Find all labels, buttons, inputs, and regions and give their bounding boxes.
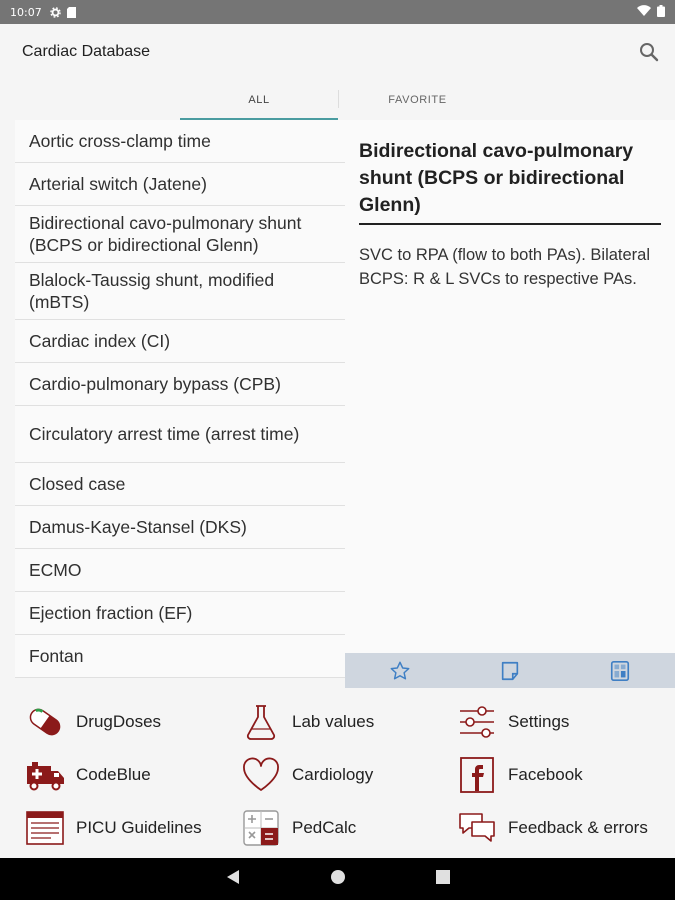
menu-label: Settings [508,712,570,731]
flask-icon [240,702,282,742]
status-bar: 10:07 [0,0,675,24]
heart-icon [240,755,282,795]
list-item[interactable]: Arterial switch (Jatene) [15,163,345,206]
note-icon[interactable] [499,660,521,682]
menu-cardiology[interactable]: Cardiology [240,753,373,797]
detail-title: Bidirectional cavo-pulmonary shunt (BCPS… [359,138,661,225]
back-icon[interactable] [226,869,240,890]
sliders-icon [456,702,498,742]
wifi-icon [637,5,651,19]
status-time: 10:07 [10,5,42,19]
menu-label: Feedback & errors [508,818,648,837]
menu-lab-values[interactable]: Lab values [240,700,374,744]
calculator-icon [240,808,282,848]
list-item[interactable]: Bidirectional cavo-pulmonary shunt (BCPS… [15,206,345,263]
ambulance-icon [24,755,66,795]
menu-drugdoses[interactable]: DrugDoses [24,700,161,744]
menu-settings[interactable]: Settings [456,700,569,744]
list-item[interactable]: Closed case [15,463,345,506]
menu-label: CodeBlue [76,765,151,784]
chat-icon [456,808,498,848]
tab-all[interactable]: ALL [180,80,338,120]
app-bar: Cardiac Database [0,24,675,80]
menu-label: Lab values [292,712,375,731]
star-icon[interactable] [389,660,411,682]
list-item[interactable]: Circulatory arrest time (arrest time) [15,406,345,463]
menu-label: DrugDoses [76,712,162,731]
menu-label: Cardiology [292,765,374,784]
app-title: Cardiac Database [22,43,151,60]
menu-label: PICU Guidelines [76,818,202,837]
list-item[interactable]: Fontan [15,635,345,678]
list-item[interactable]: ECMO [15,549,345,592]
term-list[interactable]: Aortic cross-clamp time Arterial switch … [15,120,345,688]
menu-picu-guidelines[interactable]: PICU Guidelines [24,806,202,850]
list-item[interactable]: Cardiac index (CI) [15,320,345,363]
list-item[interactable]: Ejection fraction (EF) [15,592,345,635]
tab-bar: ALL FAVORITE [0,80,675,120]
tab-favorite[interactable]: FAVORITE [340,80,495,120]
list-item[interactable]: Cardio-pulmonary bypass (CPB) [15,363,345,406]
guidelines-icon [24,808,66,848]
detail-body: SVC to RPA (flow to both PAs). Bilateral… [359,246,651,288]
menu-codeblue[interactable]: CodeBlue [24,753,151,797]
calculator-icon[interactable] [609,660,631,682]
detail-pane: Bidirectional cavo-pulmonary shunt (BCPS… [345,120,675,653]
battery-icon [657,4,665,20]
menu-facebook[interactable]: Facebook [456,753,583,797]
settings-status-icon [49,6,61,18]
menu-feedback[interactable]: Feedback & errors [456,806,648,850]
system-nav-bar [0,858,675,900]
menu-label: Facebook [508,765,583,784]
facebook-icon [456,755,498,795]
sd-card-icon [66,6,76,18]
tab-divider [338,90,339,108]
menu-pedcalc[interactable]: PedCalc [240,806,356,850]
detail-toolbar [345,653,675,688]
home-icon[interactable] [330,869,346,890]
search-icon[interactable] [637,40,661,64]
menu-label: PedCalc [292,818,357,837]
list-item[interactable]: Blalock-Taussig shunt, modified (mBTS) [15,263,345,320]
bottom-menu: DrugDoses Lab values Settings CodeBlue C… [0,688,675,858]
recents-icon[interactable] [435,869,450,889]
list-item[interactable]: Damus-Kaye-Stansel (DKS) [15,506,345,549]
list-item[interactable]: Aortic cross-clamp time [15,120,345,163]
pill-icon [24,702,66,742]
